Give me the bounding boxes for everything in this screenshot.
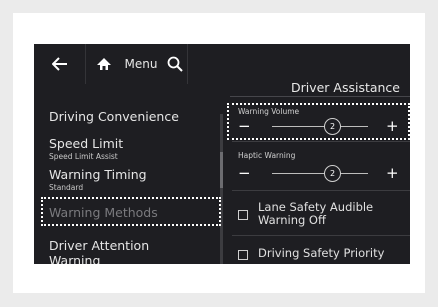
divider — [232, 235, 410, 236]
back-arrow-icon — [51, 57, 67, 71]
menu-button[interactable]: Menu — [122, 44, 160, 84]
scrollbar-thumb[interactable] — [220, 152, 223, 188]
driving-safety-checkbox[interactable] — [238, 250, 248, 260]
list-item-warning-timing[interactable]: Warning Timing — [49, 167, 147, 182]
menu-label: Menu — [124, 57, 158, 71]
list-item-driver-attention[interactable]: Driver Attention Warning — [49, 238, 169, 264]
home-icon — [97, 58, 111, 70]
warning-volume-highlight — [227, 103, 410, 140]
top-bar: Menu Driver Assistance — [34, 44, 410, 95]
warning-methods-highlight — [41, 197, 221, 226]
slider-track[interactable] — [272, 173, 368, 174]
minus-icon[interactable]: − — [238, 165, 251, 181]
slider-knob[interactable]: 2 — [324, 165, 341, 182]
lane-safety-label: Lane Safety Audible Warning Off — [258, 200, 374, 227]
list-item-speed-limit[interactable]: Speed Limit — [49, 136, 123, 151]
lane-safety-checkbox[interactable] — [238, 210, 248, 220]
search-icon — [167, 56, 183, 72]
haptic-warning-slider[interactable]: − 2 + — [232, 163, 404, 185]
divider — [232, 190, 410, 191]
scrollbar-track[interactable] — [220, 114, 223, 264]
plus-icon[interactable]: + — [386, 165, 399, 181]
title-divider — [230, 96, 410, 97]
search-button[interactable] — [162, 44, 188, 84]
list-item-speed-limit-sub: Speed Limit Assist — [49, 152, 118, 161]
list-item-warning-timing-sub: Standard — [49, 183, 84, 192]
page-title: Driver Assistance — [290, 80, 400, 95]
driving-safety-label: Driving Safety Priority — [258, 246, 385, 260]
home-button[interactable] — [86, 44, 122, 84]
infotainment-screen: Menu Driver Assistance Driving Convenien… — [34, 44, 410, 264]
haptic-warning-label: Haptic Warning — [238, 151, 296, 160]
back-button[interactable] — [34, 44, 86, 84]
divider — [232, 141, 410, 142]
list-item-driving-convenience[interactable]: Driving Convenience — [49, 109, 179, 124]
